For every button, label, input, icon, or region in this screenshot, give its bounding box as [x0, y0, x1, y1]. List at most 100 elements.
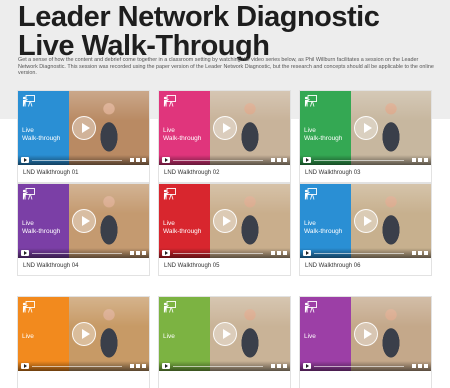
fullscreen-icon[interactable] — [142, 158, 146, 162]
video-controls — [300, 248, 431, 258]
video-title[interactable]: LND Walkthrough 04 — [23, 262, 78, 270]
video-card[interactable]: Live Walk-through LND Walkthrough 05 — [159, 184, 290, 275]
volume-icon[interactable] — [412, 158, 416, 162]
live-label-line1: Live — [304, 333, 316, 340]
control-icons — [124, 250, 146, 256]
control-play-icon[interactable] — [303, 250, 311, 256]
live-label-line2: Walk-through — [304, 228, 343, 235]
video-title[interactable]: LND Walkthrough 03 — [305, 169, 360, 177]
fullscreen-icon[interactable] — [424, 364, 428, 368]
progress-bar[interactable] — [32, 366, 122, 367]
video-card[interactable]: Live Walk-through LND Walkthrough 01 — [18, 91, 149, 182]
fullscreen-icon[interactable] — [142, 364, 146, 368]
volume-icon[interactable] — [130, 158, 134, 162]
video-thumbnail[interactable]: Live — [300, 297, 431, 371]
settings-icon[interactable] — [136, 251, 140, 255]
video-title[interactable]: LND Walkthrough 05 — [164, 262, 219, 270]
live-walkthrough-label: Live Walk-through — [163, 220, 201, 236]
video-thumbnail[interactable]: Live Walk-through — [159, 91, 290, 165]
control-play-icon[interactable] — [303, 157, 311, 163]
volume-icon[interactable] — [271, 158, 275, 162]
live-label-line1: Live — [163, 333, 175, 340]
video-controls — [18, 361, 149, 371]
presenter-icon — [163, 188, 176, 200]
play-icon[interactable] — [71, 116, 96, 140]
control-play-icon[interactable] — [21, 157, 29, 163]
video-card[interactable]: Live Walk-through LND Walkthrough 02 — [159, 91, 290, 182]
control-play-icon[interactable] — [303, 363, 311, 369]
settings-icon[interactable] — [277, 251, 281, 255]
progress-bar[interactable] — [173, 253, 263, 254]
settings-icon[interactable] — [418, 364, 422, 368]
video-card[interactable]: Live — [159, 297, 290, 388]
thumbnail-color-panel: Live — [18, 297, 69, 371]
video-controls — [159, 248, 290, 258]
presenter-icon — [22, 95, 35, 107]
video-thumbnail[interactable]: Live — [18, 297, 149, 371]
video-title[interactable]: LND Walkthrough 06 — [305, 262, 360, 270]
live-walkthrough-label: Live — [304, 333, 316, 341]
volume-icon[interactable] — [130, 251, 134, 255]
play-icon[interactable] — [71, 322, 96, 346]
control-play-icon[interactable] — [21, 363, 29, 369]
video-card[interactable]: Live — [300, 297, 431, 388]
video-thumbnail[interactable]: Live Walk-through — [18, 91, 149, 165]
progress-bar[interactable] — [314, 366, 404, 367]
presenter-icon — [22, 301, 35, 313]
volume-icon[interactable] — [412, 251, 416, 255]
progress-bar[interactable] — [314, 160, 404, 161]
settings-icon[interactable] — [277, 364, 281, 368]
video-title[interactable]: LND Walkthrough 01 — [23, 169, 78, 177]
fullscreen-icon[interactable] — [283, 364, 287, 368]
progress-bar[interactable] — [32, 160, 122, 161]
fullscreen-icon[interactable] — [283, 251, 287, 255]
control-icons — [265, 250, 287, 256]
video-thumbnail[interactable]: Live Walk-through — [300, 184, 431, 258]
progress-bar[interactable] — [173, 160, 263, 161]
play-icon[interactable] — [353, 116, 378, 140]
live-label-line1: Live — [304, 127, 316, 134]
fullscreen-icon[interactable] — [283, 158, 287, 162]
volume-icon[interactable] — [412, 364, 416, 368]
control-play-icon[interactable] — [21, 250, 29, 256]
video-card[interactable]: Live — [18, 297, 149, 388]
settings-icon[interactable] — [418, 251, 422, 255]
video-thumbnail[interactable]: Live — [159, 297, 290, 371]
video-card[interactable]: Live Walk-through LND Walkthrough 06 — [300, 184, 431, 275]
presenter-icon — [304, 301, 317, 313]
progress-bar[interactable] — [32, 253, 122, 254]
live-label-line2: Walk-through — [163, 228, 202, 235]
live-walkthrough-label: Live Walk-through — [304, 127, 342, 143]
fullscreen-icon[interactable] — [424, 251, 428, 255]
video-thumbnail[interactable]: Live Walk-through — [159, 184, 290, 258]
settings-icon[interactable] — [136, 158, 140, 162]
play-icon[interactable] — [212, 322, 237, 346]
thumbnail-color-panel: Live Walk-through — [18, 184, 69, 258]
video-title[interactable]: LND Walkthrough 02 — [164, 169, 219, 177]
video-card[interactable]: Live Walk-through LND Walkthrough 04 — [18, 184, 149, 275]
play-icon[interactable] — [353, 322, 378, 346]
control-play-icon[interactable] — [162, 363, 170, 369]
video-thumbnail[interactable]: Live Walk-through — [300, 91, 431, 165]
settings-icon[interactable] — [277, 158, 281, 162]
play-icon[interactable] — [353, 209, 378, 233]
play-icon[interactable] — [71, 209, 96, 233]
fullscreen-icon[interactable] — [424, 158, 428, 162]
control-play-icon[interactable] — [162, 157, 170, 163]
fullscreen-icon[interactable] — [142, 251, 146, 255]
control-icons — [406, 363, 428, 369]
settings-icon[interactable] — [136, 364, 140, 368]
play-icon[interactable] — [212, 116, 237, 140]
progress-bar[interactable] — [314, 253, 404, 254]
video-card[interactable]: Live Walk-through LND Walkthrough 03 — [300, 91, 431, 182]
video-thumbnail[interactable]: Live Walk-through — [18, 184, 149, 258]
progress-bar[interactable] — [173, 366, 263, 367]
volume-icon[interactable] — [271, 251, 275, 255]
thumbnail-color-panel: Live Walk-through — [300, 91, 351, 165]
control-play-icon[interactable] — [162, 250, 170, 256]
volume-icon[interactable] — [271, 364, 275, 368]
volume-icon[interactable] — [130, 364, 134, 368]
settings-icon[interactable] — [418, 158, 422, 162]
play-icon[interactable] — [212, 209, 237, 233]
video-controls — [18, 155, 149, 165]
